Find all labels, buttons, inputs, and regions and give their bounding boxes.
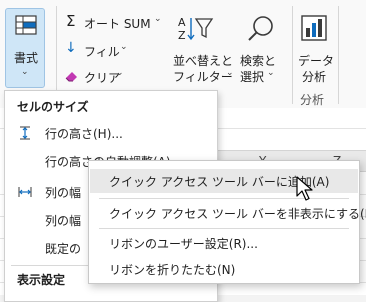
column-width-label: 列の幅: [45, 186, 82, 200]
find-select-label-1: 検索と: [240, 54, 277, 68]
group-separator: [338, 6, 339, 104]
analyze-data-button[interactable]: データ 分析: [296, 10, 335, 84]
sigma-icon: Σ: [66, 12, 76, 30]
ribbon-context-menu: クイック アクセス ツール バーに追加(A) クイック アクセス ツール バーを…: [88, 160, 366, 284]
svg-text:A: A: [178, 16, 186, 29]
default-width-label: 既定の: [45, 242, 82, 256]
sort-filter-label-2: フィルター: [173, 70, 233, 84]
fill-button[interactable]: ↓ フィル ⌄: [62, 40, 142, 60]
sort-filter-icon: A Z: [178, 16, 214, 42]
context-separator: [99, 228, 349, 229]
chevron-down-icon: ⌄: [154, 14, 162, 24]
group-separator: [292, 6, 293, 104]
column-width-icon: [18, 187, 32, 197]
hide-quick-access-label: クイック アクセス ツール バーを非表示にする(H): [109, 207, 366, 221]
chevron-down-icon: ⌄: [116, 68, 124, 78]
eraser-icon: [65, 72, 77, 82]
sort-filter-label-1: 並べ替えと: [173, 54, 234, 68]
collapse-ribbon-item[interactable]: リボンを折りたたむ(N): [90, 257, 358, 281]
add-to-quick-access-item[interactable]: クイック アクセス ツール バーに追加(A): [90, 169, 358, 193]
clear-label: クリア: [84, 71, 121, 85]
collapse-ribbon-label: リボンを折りたたむ(N): [109, 263, 236, 277]
customize-ribbon-item[interactable]: リボンのユーザー設定(R)...: [90, 231, 358, 255]
chevron-down-icon: ⌄: [267, 68, 275, 78]
row-height-label: 行の高さ(H)...: [45, 127, 123, 141]
autofit-column-width-label: 列の幅: [45, 214, 82, 228]
chevron-down-icon: ⌄: [226, 68, 234, 78]
clear-button[interactable]: クリア ⌄: [62, 66, 142, 86]
autosum-label: オート SUM: [84, 17, 151, 31]
customize-ribbon-label: リボンのユーザー設定(R)...: [109, 237, 258, 251]
fill-down-icon: ↓: [65, 40, 77, 56]
svg-text:Z: Z: [178, 29, 186, 42]
cell-size-heading: セルのサイズ: [17, 100, 89, 114]
find-select-label-2: 選択: [240, 70, 265, 84]
analyze-data-icon: [301, 15, 327, 41]
fill-label: フィル: [84, 45, 120, 59]
analyze-label-2: 分析: [302, 70, 327, 84]
sort-filter-button[interactable]: A Z 並べ替えと フィルター ⌄: [168, 10, 234, 88]
analysis-group-label: 分析: [300, 93, 325, 107]
format-label: 書式: [14, 51, 39, 65]
search-icon: [248, 16, 273, 41]
row-height-icon: [20, 126, 30, 140]
format-button[interactable]: 書式 ⌄: [5, 8, 45, 88]
mouse-cursor-icon: [296, 176, 313, 201]
chevron-down-icon: ⌄: [21, 67, 29, 77]
visibility-heading: 表示設定: [17, 273, 66, 287]
autosum-button[interactable]: Σ オート SUM ⌄: [62, 12, 166, 32]
format-icon: [15, 15, 37, 35]
hide-quick-access-item[interactable]: クイック アクセス ツール バーを非表示にする(H): [90, 201, 366, 225]
row-height-item[interactable]: 行の高さ(H)...: [5, 122, 217, 144]
analyze-label-1: データ: [298, 54, 335, 68]
chevron-down-icon: ⌄: [120, 42, 128, 52]
find-select-button[interactable]: 検索と 選択 ⌄: [236, 10, 286, 88]
